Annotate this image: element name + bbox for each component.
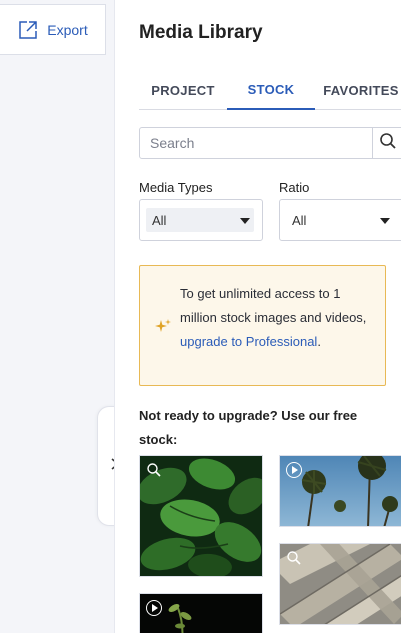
media-types-selected: All	[146, 208, 254, 232]
ratio-dropdown[interactable]: All	[279, 199, 401, 241]
stock-thumbnail-palms[interactable]	[279, 455, 401, 527]
sparkle-icon	[154, 318, 172, 341]
panel-title: Media Library	[139, 22, 263, 43]
left-column: Export	[0, 0, 114, 633]
tab-bar: PROJECT STOCK FAVORITES	[139, 70, 401, 110]
free-stock-heading: Not ready to upgrade? Use our free stock…	[139, 408, 358, 447]
chevron-down-icon	[380, 218, 390, 224]
promo-message: To get unlimited access to 1 million sto…	[180, 286, 367, 325]
stock-thumbnail-planks[interactable]	[279, 543, 401, 625]
ratio-label: Ratio	[279, 180, 310, 195]
zoom-icon	[286, 550, 302, 571]
stock-thumbnail-basil[interactable]	[139, 455, 263, 577]
tab-favorites[interactable]: FAVORITES	[315, 70, 401, 110]
search-input[interactable]	[140, 129, 372, 157]
stock-thumbnail-sprout[interactable]	[139, 593, 263, 633]
promo-text: To get unlimited access to 1 million sto…	[180, 282, 375, 354]
media-types-dropdown[interactable]: All	[139, 199, 263, 241]
search-box	[139, 127, 401, 159]
export-button[interactable]: Export	[0, 4, 106, 55]
upgrade-promo-box: To get unlimited access to 1 million sto…	[139, 265, 386, 386]
media-types-label: Media Types	[139, 180, 213, 195]
upgrade-link[interactable]: upgrade to Professional	[180, 334, 317, 349]
search-icon	[379, 132, 397, 155]
media-library-panel: Media Library PROJECT STOCK FAVORITES Me…	[114, 0, 401, 633]
tab-stock[interactable]: STOCK	[227, 70, 315, 110]
play-icon	[286, 462, 302, 478]
export-icon	[17, 19, 39, 41]
chevron-down-icon	[240, 218, 250, 224]
play-icon	[146, 600, 162, 616]
export-label: Export	[47, 21, 88, 38]
tab-project[interactable]: PROJECT	[139, 70, 227, 110]
search-button[interactable]	[373, 128, 401, 158]
ratio-selected: All	[292, 212, 307, 228]
zoom-icon	[146, 462, 162, 483]
promo-suffix: .	[317, 334, 321, 349]
